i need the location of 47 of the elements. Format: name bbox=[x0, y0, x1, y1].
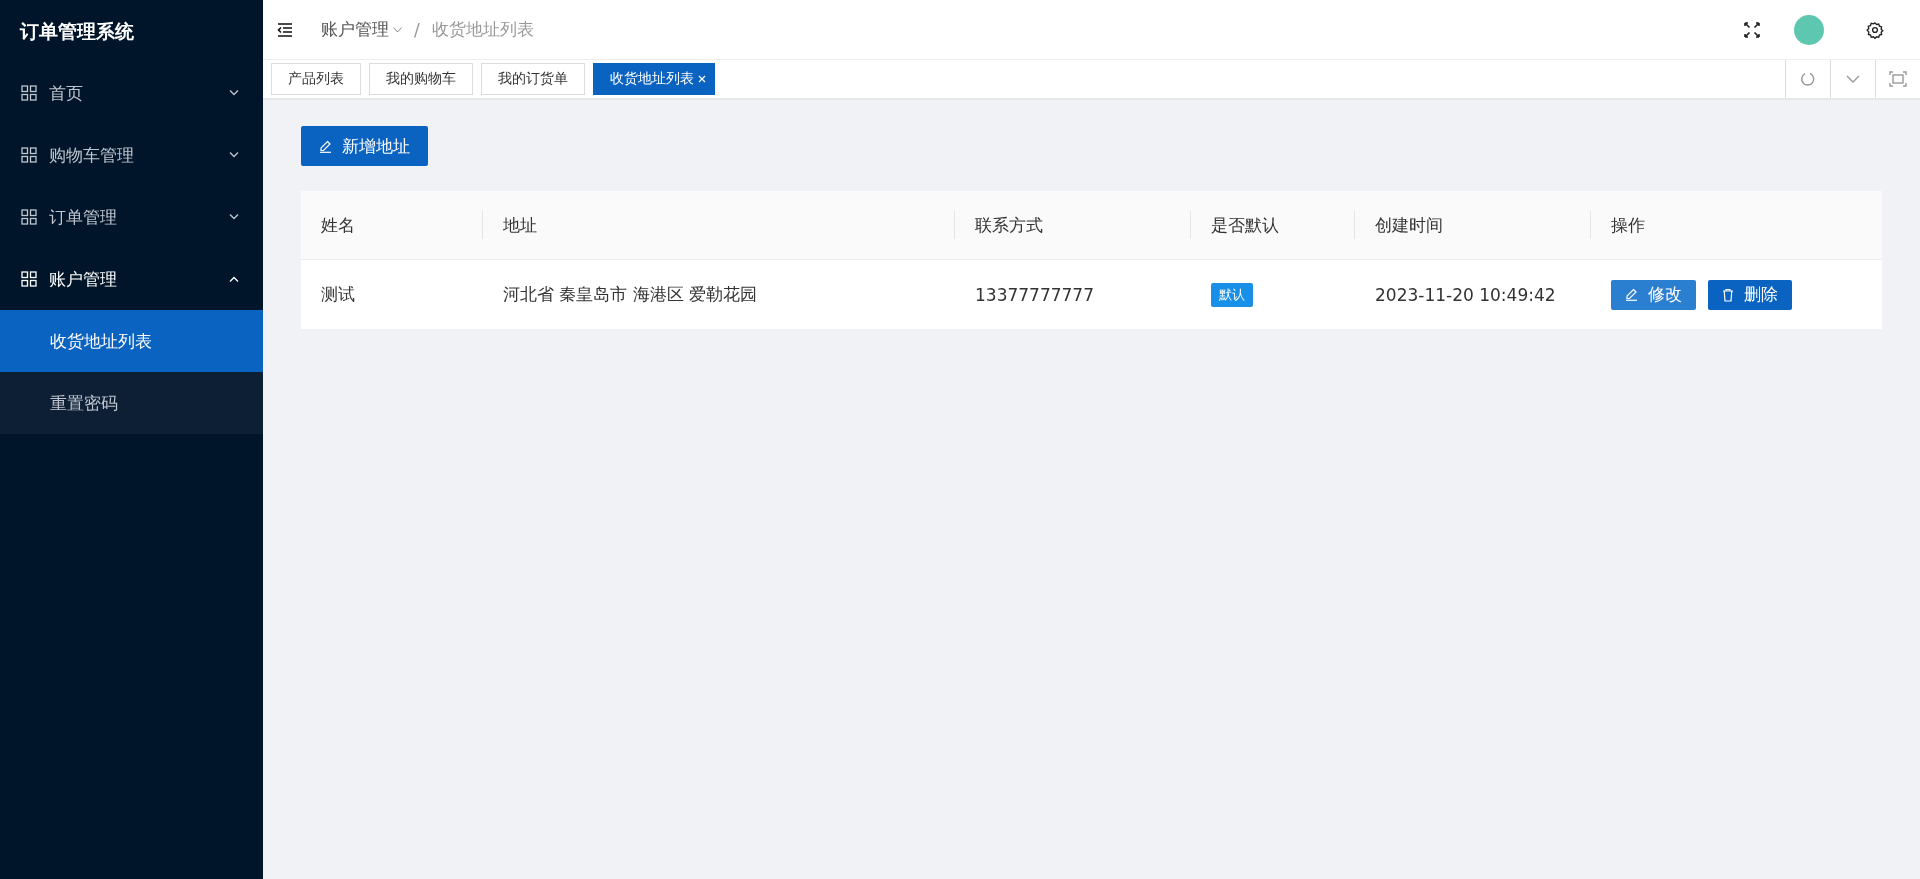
page-tab[interactable]: 收货地址列表 bbox=[593, 63, 715, 95]
column-header: 是否默认 bbox=[1211, 213, 1279, 237]
breadcrumb-link[interactable]: 账户管理 bbox=[321, 18, 389, 41]
column-header: 姓名 bbox=[321, 213, 355, 237]
page-tab[interactable]: 产品列表 bbox=[271, 63, 361, 95]
sidebar-submenu-item[interactable]: 收货地址列表 bbox=[0, 310, 263, 372]
page-tab[interactable]: 我的订货单 bbox=[481, 63, 585, 95]
chevron-icon bbox=[229, 152, 239, 158]
chevron-icon bbox=[229, 276, 239, 282]
edit-button[interactable]: 修改 bbox=[1611, 279, 1696, 310]
table-cell: 河北省 秦皇岛市 海港区 爱勒花园 bbox=[503, 283, 758, 306]
settings-icon[interactable] bbox=[1866, 20, 1884, 39]
breadcrumb-separator: / bbox=[414, 19, 420, 40]
default-tag: 默认 bbox=[1211, 282, 1253, 307]
edit-icon bbox=[1625, 288, 1638, 301]
chevron-icon bbox=[229, 90, 239, 96]
chevron-icon bbox=[393, 26, 402, 33]
fullscreen-icon[interactable] bbox=[1744, 21, 1760, 38]
table-cell: 2023-11-20 10:49:42 bbox=[1375, 284, 1556, 305]
delete-button[interactable]: 删除 bbox=[1708, 279, 1792, 310]
menu-fold-icon[interactable] bbox=[277, 22, 293, 37]
grid-icon bbox=[21, 85, 37, 101]
close-icon[interactable] bbox=[698, 75, 706, 83]
refresh-icon bbox=[1800, 71, 1816, 87]
grid-icon bbox=[21, 147, 37, 163]
edit-icon bbox=[319, 139, 332, 153]
sidebar-menu-item[interactable]: 账户管理 bbox=[0, 248, 263, 310]
table-cell: 13377777777 bbox=[975, 284, 1094, 305]
chevron-icon bbox=[229, 214, 239, 220]
column-header: 创建时间 bbox=[1375, 213, 1443, 237]
sidebar-submenu-item[interactable]: 重置密码 bbox=[0, 372, 263, 434]
chevron-icon bbox=[1846, 75, 1860, 83]
column-header: 地址 bbox=[503, 213, 537, 237]
maximize-icon bbox=[1889, 71, 1907, 87]
grid-icon bbox=[21, 209, 37, 225]
column-header: 操作 bbox=[1611, 213, 1645, 237]
trash-icon bbox=[1722, 287, 1734, 302]
column-header: 联系方式 bbox=[975, 213, 1043, 237]
table-cell: 测试 bbox=[321, 283, 355, 306]
sidebar-menu-item[interactable]: 购物车管理 bbox=[0, 124, 263, 186]
grid-icon bbox=[21, 271, 37, 287]
sidebar-menu-item[interactable]: 首页 bbox=[0, 62, 263, 124]
add-address-button[interactable]: 新增地址 bbox=[301, 126, 428, 166]
page-tab[interactable]: 我的购物车 bbox=[369, 63, 473, 95]
breadcrumb-current: 收货地址列表 bbox=[431, 18, 534, 41]
sidebar-menu-item[interactable]: 订单管理 bbox=[0, 186, 263, 248]
app-title: 订单管理系统 bbox=[18, 19, 135, 44]
